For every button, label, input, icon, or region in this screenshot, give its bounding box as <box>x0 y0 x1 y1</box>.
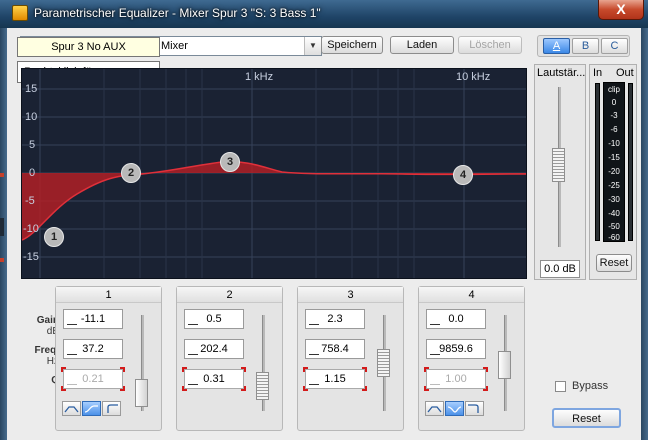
band-fader-knob[interactable] <box>135 379 148 407</box>
q-field[interactable]: 0.31 <box>182 367 246 391</box>
db-label: 15 <box>25 83 38 95</box>
reset-button[interactable]: Reset <box>552 408 621 428</box>
equalizer-panel: Mixer ▼ Spur 3 No AUX Rechtsklick für Ko… <box>7 28 641 440</box>
band-fader-knob[interactable] <box>256 372 269 400</box>
track-tooltip: Spur 3 No AUX <box>17 37 160 57</box>
band-number: 1 <box>56 287 161 303</box>
db-label: -10 <box>23 223 39 235</box>
band-handle-4[interactable]: 4 <box>453 165 473 185</box>
db-label: -15 <box>23 251 39 263</box>
db-label: 10 <box>25 111 38 123</box>
db-label: 5 <box>29 139 36 151</box>
gain-field[interactable]: 2.3 <box>305 309 365 329</box>
filter-shape-group <box>425 401 485 417</box>
app-icon <box>12 5 28 21</box>
freq-field[interactable]: 758.4 <box>305 339 365 359</box>
db-label: 0 <box>29 167 36 179</box>
left-window-edge <box>0 28 7 440</box>
band-handle-1[interactable]: 1 <box>44 227 64 247</box>
title-bar: Parametrischer Equalizer - Mixer Spur 3 … <box>0 0 648 28</box>
freq-label-10khz: 10 kHz <box>456 71 491 83</box>
band-1-panel: 1 -11.1 37.2 0.21 <box>55 286 162 431</box>
freq-field[interactable]: 202.4 <box>184 339 244 359</box>
q-field[interactable]: 1.15 <box>303 367 367 391</box>
gain-unit: dB <box>46 326 59 337</box>
band-3-panel: 3 2.3 758.4 1.15 <box>297 286 404 431</box>
band-4-panel: 4 0.0 9859.6 1.00 <box>418 286 525 431</box>
meter-out-label: Out <box>616 67 634 79</box>
bypass-label: Bypass <box>572 380 609 392</box>
load-button[interactable]: Laden <box>390 36 454 54</box>
band-fader-knob[interactable] <box>498 351 511 379</box>
bell-shape-icon[interactable] <box>62 401 81 416</box>
freq-unit: Hz <box>46 356 59 367</box>
freq-field[interactable]: 37.2 <box>63 339 123 359</box>
cut-shape-icon[interactable] <box>102 401 121 416</box>
q-field[interactable]: 1.00 <box>424 367 488 391</box>
close-button[interactable]: X <box>598 0 644 20</box>
volume-readout[interactable]: 0.0 dB <box>540 260 580 278</box>
tab-c[interactable]: C <box>601 38 628 54</box>
save-button[interactable]: Speichern <box>321 36 383 54</box>
filter-shape-group <box>62 401 122 417</box>
ab-compare-group: A B C <box>537 35 630 57</box>
band-number: 3 <box>298 287 403 303</box>
freq-label: Freq. <box>34 345 59 356</box>
window-title: Parametrischer Equalizer - Mixer Spur 3 … <box>34 6 321 20</box>
gain-field[interactable]: 0.0 <box>426 309 486 329</box>
meter-in-bar <box>595 83 600 241</box>
bell-shape-icon[interactable] <box>425 401 444 416</box>
band-handle-3[interactable]: 3 <box>220 152 240 172</box>
q-label: Q <box>17 376 59 386</box>
level-meter-panel: In Out clip 0 -3 -6 -10 -15 -20 -25 -30 … <box>589 64 637 280</box>
band-fader-knob[interactable] <box>377 349 390 377</box>
gain-label: Gain <box>36 315 59 326</box>
cut-shape-icon[interactable] <box>465 401 484 416</box>
db-label: -5 <box>25 195 35 207</box>
frequency-response-graph[interactable]: 1 kHz 10 kHz 15 10 5 0 -5 -10 -15 1 2 3 … <box>21 68 527 279</box>
band-number: 2 <box>177 287 282 303</box>
tab-b[interactable]: B <box>572 38 599 54</box>
response-plot <box>22 69 526 278</box>
meter-scale: clip 0 -3 -6 -10 -15 -20 -25 -30 -40 -50… <box>603 82 625 242</box>
volume-fader-knob[interactable] <box>552 148 565 182</box>
gain-field[interactable]: 0.5 <box>184 309 244 329</box>
meter-reset-button[interactable]: Reset <box>596 254 632 272</box>
freq-field[interactable]: 9859.6 <box>426 339 486 359</box>
volume-title: Lautstär... <box>537 67 585 79</box>
meter-out-bar <box>628 83 633 241</box>
preset-value: Mixer <box>161 40 188 52</box>
chevron-down-icon[interactable]: ▼ <box>304 37 321 55</box>
q-field[interactable]: 0.21 <box>61 367 125 391</box>
volume-panel: Lautstär... 0.0 dB <box>534 64 586 280</box>
delete-button[interactable]: Löschen <box>458 36 522 54</box>
gain-field[interactable]: -11.1 <box>63 309 123 329</box>
right-window-edge <box>641 28 648 440</box>
freq-label-1khz: 1 kHz <box>245 71 274 83</box>
band-handle-2[interactable]: 2 <box>121 163 141 183</box>
band-number: 4 <box>419 287 524 303</box>
shelf-shape-icon[interactable] <box>82 401 101 416</box>
checkbox-icon[interactable] <box>555 381 566 392</box>
band-2-panel: 2 0.5 202.4 0.31 <box>176 286 283 431</box>
peak-shape-icon[interactable] <box>445 401 464 416</box>
tab-a[interactable]: A <box>543 38 570 54</box>
meter-in-label: In <box>593 67 603 79</box>
